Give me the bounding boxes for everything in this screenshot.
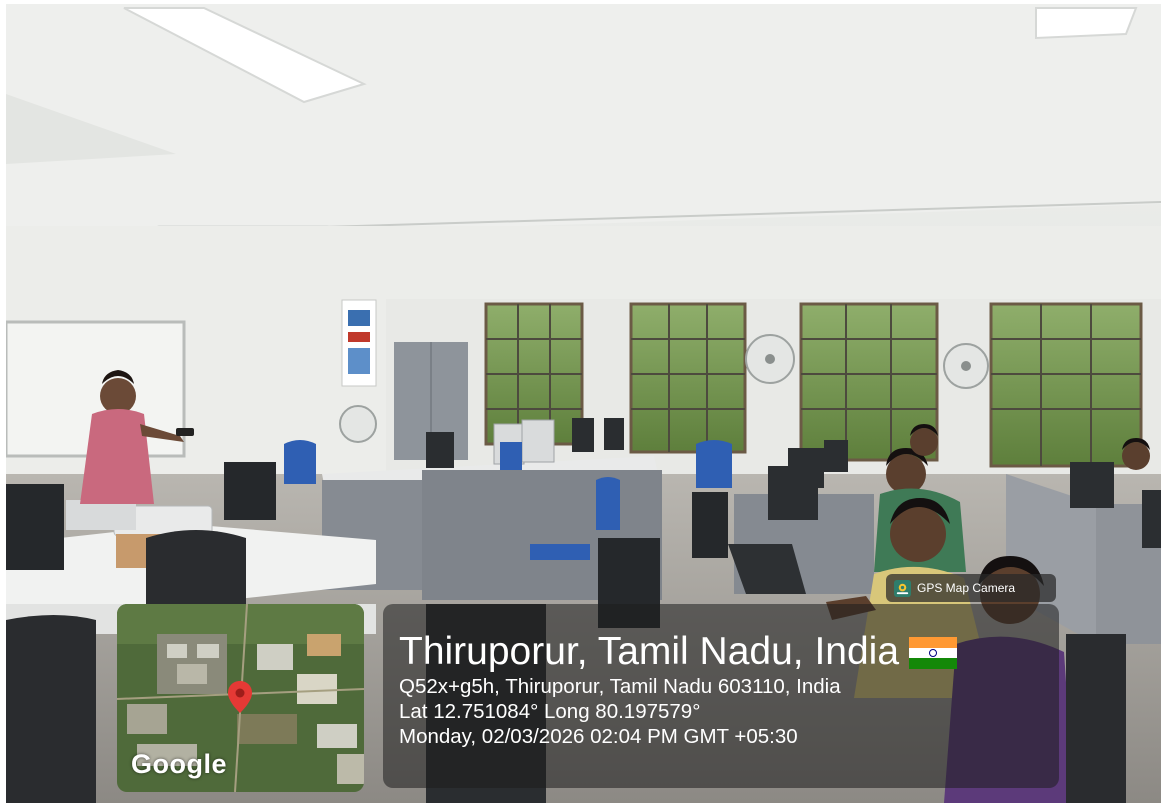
map-pin-icon	[227, 680, 253, 714]
gps-map-camera-badge: GPS Map Camera	[886, 574, 1056, 602]
datetime-line: Monday, 02/03/2026 02:04 PM GMT +05:30	[399, 725, 798, 748]
gps-camera-app-icon	[894, 579, 911, 597]
badge-label: GPS Map Camera	[917, 581, 1016, 595]
location-title: Thiruporur, Tamil Nadu, India	[399, 630, 900, 673]
address-line: Q52x+g5h, Thiruporur, Tamil Nadu 603110,…	[399, 675, 841, 698]
google-logo: Google	[131, 749, 227, 779]
location-info-panel: Thiruporur, Tamil Nadu, India Q52x+g5h, …	[383, 604, 1059, 788]
india-flag-icon	[909, 637, 958, 669]
map-thumbnail: Google	[117, 604, 364, 792]
coordinates-line: Lat 12.751084° Long 80.197579°	[399, 700, 701, 723]
